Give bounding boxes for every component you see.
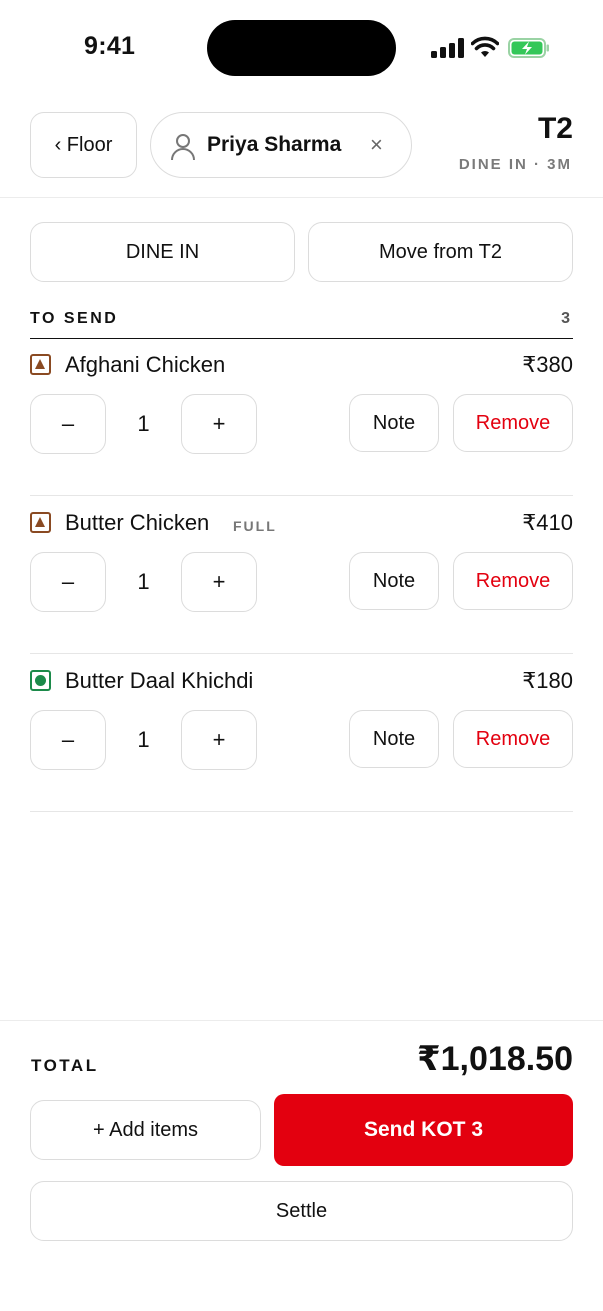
move-table-button[interactable]: Move from T2 bbox=[308, 222, 573, 282]
note-button[interactable]: Note bbox=[349, 552, 439, 610]
non-veg-icon bbox=[30, 354, 51, 375]
item-price: ₹180 bbox=[522, 668, 573, 693]
to-send-section-header: TO SEND 3 bbox=[30, 308, 573, 339]
order-header: ‹ Floor Priya Sharma × T2 DINE IN · 3M bbox=[0, 96, 603, 198]
send-kot-button[interactable]: Send KOT 3 bbox=[274, 1094, 573, 1166]
remove-button[interactable]: Remove bbox=[453, 394, 573, 452]
wifi-icon bbox=[471, 36, 499, 57]
battery-charging-icon bbox=[508, 38, 549, 58]
order-item: Butter Daal Khichdi ₹180 – 1 + Note Remo… bbox=[30, 654, 573, 812]
settle-button[interactable]: Settle bbox=[30, 1181, 573, 1241]
status-time: 9:41 bbox=[84, 32, 136, 60]
clear-customer-icon[interactable]: × bbox=[370, 132, 383, 158]
order-type-row: DINE IN Move from T2 bbox=[30, 222, 573, 282]
table-meta: DINE IN · 3M bbox=[458, 156, 572, 173]
status-bar: 9:41 bbox=[0, 0, 603, 96]
dine-in-button[interactable]: DINE IN bbox=[30, 222, 295, 282]
item-name: Afghani Chicken bbox=[65, 352, 226, 377]
dynamic-island bbox=[207, 20, 396, 76]
non-veg-icon bbox=[30, 512, 51, 533]
veg-icon bbox=[30, 670, 51, 691]
increase-quantity-button[interactable]: + bbox=[181, 552, 257, 612]
total-label: TOTAL bbox=[31, 1056, 99, 1075]
item-price: ₹380 bbox=[522, 352, 573, 377]
item-price: ₹410 bbox=[522, 510, 573, 535]
add-items-button[interactable]: + Add items bbox=[30, 1100, 261, 1160]
remove-button[interactable]: Remove bbox=[453, 710, 573, 768]
section-count: 3 bbox=[561, 310, 570, 327]
customer-name: Priya Sharma bbox=[207, 133, 342, 156]
decrease-quantity-button[interactable]: – bbox=[30, 710, 106, 770]
order-footer: TOTAL ₹1,018.50 + Add items Send KOT 3 S… bbox=[0, 1020, 603, 1311]
item-quantity: 1 bbox=[137, 727, 150, 752]
item-name: Butter Daal Khichdi bbox=[65, 668, 254, 693]
signal-icon bbox=[431, 38, 464, 58]
note-button[interactable]: Note bbox=[349, 710, 439, 768]
increase-quantity-button[interactable]: + bbox=[181, 710, 257, 770]
item-quantity: 1 bbox=[137, 411, 150, 436]
order-item: Afghani Chicken ₹380 – 1 + Note Remove bbox=[30, 338, 573, 496]
decrease-quantity-button[interactable]: – bbox=[30, 552, 106, 612]
note-button[interactable]: Note bbox=[349, 394, 439, 452]
back-to-floor-button[interactable]: ‹ Floor bbox=[30, 112, 137, 178]
person-icon bbox=[171, 134, 195, 161]
item-name: Butter Chicken bbox=[65, 510, 210, 535]
increase-quantity-button[interactable]: + bbox=[181, 394, 257, 454]
customer-chip[interactable]: Priya Sharma × bbox=[150, 112, 412, 178]
order-item: Butter Chicken FULL ₹410 – 1 + Note Remo… bbox=[30, 496, 573, 654]
section-title: TO SEND bbox=[30, 310, 119, 327]
item-variant: FULL bbox=[233, 518, 277, 534]
remove-button[interactable]: Remove bbox=[453, 552, 573, 610]
item-quantity: 1 bbox=[137, 569, 150, 594]
table-name: T2 bbox=[537, 112, 573, 145]
decrease-quantity-button[interactable]: – bbox=[30, 394, 106, 454]
total-value: ₹1,018.50 bbox=[416, 1040, 573, 1078]
